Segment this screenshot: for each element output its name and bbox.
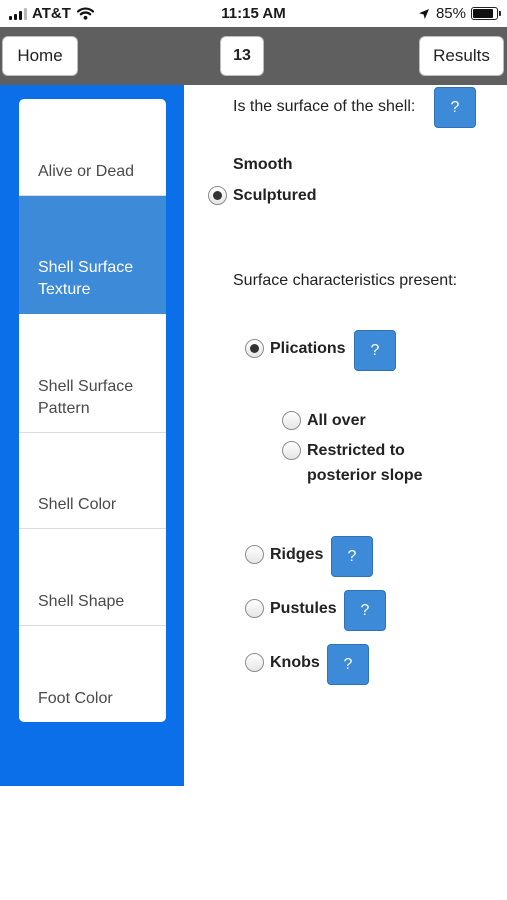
sidebar-menu: Alive or Dead Shell Surface Texture Shel…	[19, 99, 166, 722]
sidebar-item-label: Alive or Dead	[38, 163, 135, 180]
option-all-over[interactable]: All over	[282, 408, 366, 433]
option-knobs[interactable]: Knobs	[245, 650, 320, 675]
sidebar-item-foot-color[interactable]: Foot Color	[19, 626, 166, 722]
pustules-help-button[interactable]: ?	[344, 590, 386, 631]
sidebar-item-shell-surface-texture[interactable]: Shell Surface Texture	[19, 196, 166, 314]
plications-help-button[interactable]: ?	[354, 330, 396, 371]
sidebar: Alive or Dead Shell Surface Texture Shel…	[0, 85, 184, 786]
radio-unselected-icon[interactable]	[282, 411, 301, 430]
sidebar-item-shell-surface-pattern[interactable]: Shell Surface Pattern	[19, 314, 166, 433]
status-bar: AT&T 11:15 AM 85%	[0, 0, 507, 27]
radio-selected-icon[interactable]	[245, 339, 264, 358]
page-number-badge: 13	[220, 36, 264, 76]
option-sculptured[interactable]: Sculptured	[208, 183, 317, 208]
option-label: Ridges	[270, 546, 324, 563]
radio-unselected-icon[interactable]	[245, 545, 264, 564]
sidebar-item-label: Shell Surface Pattern	[38, 378, 134, 417]
sidebar-item-label: Shell Shape	[38, 593, 125, 610]
option-smooth[interactable]: Smooth	[233, 152, 293, 177]
option-label: All over	[307, 412, 366, 429]
sidebar-item-shell-color[interactable]: Shell Color	[19, 433, 166, 529]
battery-percent: 85%	[435, 5, 466, 22]
knobs-help-button[interactable]: ?	[327, 644, 369, 685]
radio-unselected-icon[interactable]	[245, 599, 264, 618]
option-pustules[interactable]: Pustules	[245, 596, 337, 621]
status-right: 85%	[418, 5, 501, 22]
characteristics-heading: Surface characteristics present:	[233, 272, 458, 289]
option-label: Plications	[270, 340, 346, 357]
option-plications[interactable]: Plications	[245, 336, 346, 361]
option-label: Sculptured	[233, 187, 317, 204]
home-button[interactable]: Home	[2, 36, 78, 76]
question-text: Is the surface of the shell:	[233, 98, 416, 115]
question-help-button[interactable]: ?	[434, 87, 476, 128]
radio-selected-icon[interactable]	[208, 186, 227, 205]
option-label: Smooth	[233, 156, 293, 173]
results-button[interactable]: Results	[419, 36, 504, 76]
location-arrow-icon	[418, 8, 429, 19]
radio-unselected-icon[interactable]	[282, 441, 301, 460]
sidebar-item-alive-or-dead[interactable]: Alive or Dead	[19, 99, 166, 196]
ridges-help-button[interactable]: ?	[331, 536, 373, 577]
option-label: Restricted to posterior slope	[307, 442, 423, 484]
sidebar-item-shell-shape[interactable]: Shell Shape	[19, 529, 166, 626]
option-label: Pustules	[270, 600, 337, 617]
option-restricted-to-posterior-slope[interactable]: Restricted to posterior slope	[282, 438, 452, 488]
radio-unselected-icon[interactable]	[245, 653, 264, 672]
top-nav-bar: Home 13 Results	[0, 27, 507, 85]
option-ridges[interactable]: Ridges	[245, 542, 323, 567]
question-panel: Is the surface of the shell: ? Smooth Sc…	[184, 85, 507, 785]
option-label: Knobs	[270, 654, 320, 671]
sidebar-item-label: Shell Surface Texture	[38, 259, 134, 298]
sidebar-item-label: Foot Color	[38, 690, 113, 707]
sidebar-item-label: Shell Color	[38, 496, 117, 513]
battery-icon	[471, 7, 501, 20]
